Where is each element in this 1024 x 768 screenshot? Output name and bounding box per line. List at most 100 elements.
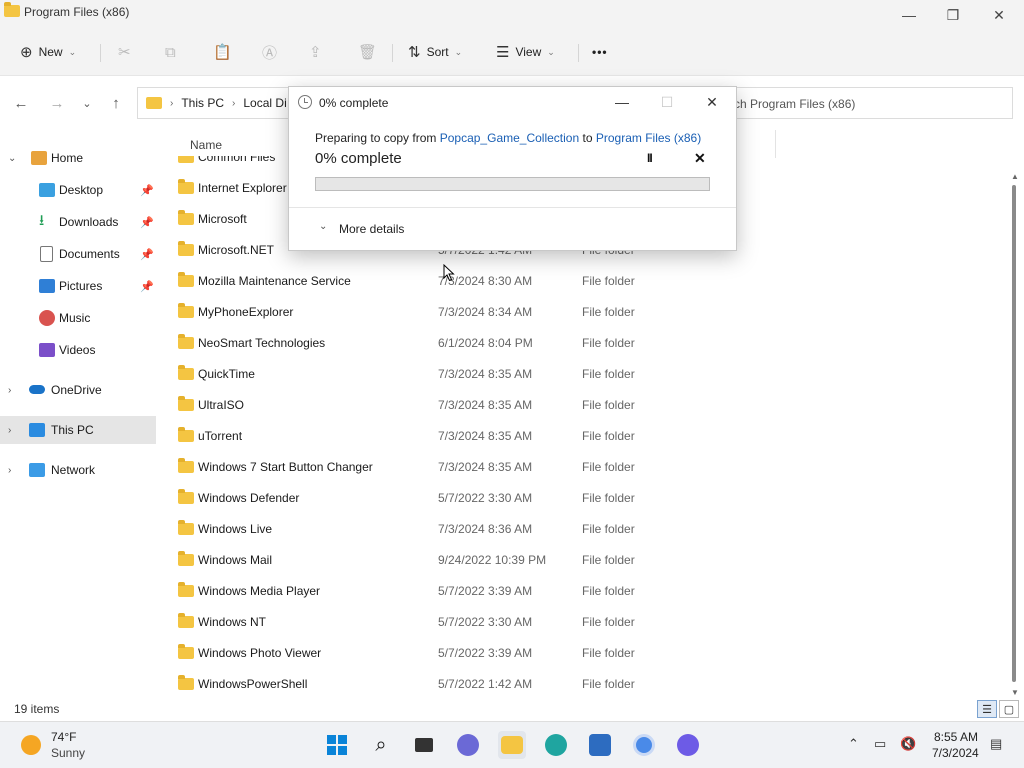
notification-icon[interactable]: ▤ — [990, 736, 1002, 752]
dialog-title: 0% complete — [319, 96, 389, 110]
dialog-maximize-button[interactable]: ☐ — [655, 92, 679, 112]
folder-icon — [178, 582, 194, 597]
view-button[interactable]: ☰ View ⌄ — [496, 38, 555, 66]
table-row[interactable]: Windows Photo Viewer 5/7/2022 3:39 AM File… — [170, 637, 970, 668]
weather-condition[interactable]: Sunny — [51, 746, 85, 760]
firefox-button[interactable] — [674, 731, 702, 759]
music-icon — [39, 310, 55, 326]
chrome-button[interactable] — [630, 731, 658, 759]
table-row[interactable]: Windows NT 5/7/2022 3:30 AM File folder — [170, 606, 970, 637]
rename-button[interactable]: Ⓐ — [262, 38, 283, 66]
copy-button[interactable]: ⧉ — [165, 38, 182, 66]
more-options-button[interactable]: ••• — [592, 38, 608, 66]
column-header-name[interactable]: Name — [190, 138, 222, 152]
back-button[interactable]: ← — [10, 92, 32, 114]
table-row[interactable]: uTorrent 7/3/2024 8:35 AM File folder — [170, 420, 970, 451]
table-row[interactable]: Mozilla Maintenance Service 7/3/2024 8:30… — [170, 265, 970, 296]
volume-muted-icon[interactable]: 🔇 — [900, 736, 916, 752]
dialog-close-button[interactable]: ✕ — [700, 92, 724, 112]
task-view-button[interactable] — [410, 731, 438, 759]
pin-icon: 📌 — [140, 248, 154, 261]
minimize-button[interactable]: — — [886, 0, 932, 30]
copy-to-word: to — [579, 131, 596, 145]
store-button[interactable] — [586, 731, 614, 759]
tiles-view-button[interactable]: ▢ — [999, 700, 1019, 718]
sun-icon[interactable] — [21, 735, 41, 755]
folder-icon — [178, 613, 194, 628]
table-row[interactable]: Windows Mail 9/24/2022 10:39 PM File folde… — [170, 544, 970, 575]
scroll-down-arrow[interactable]: ▼ — [1011, 688, 1019, 697]
file-type: File folder — [582, 398, 635, 412]
search-box[interactable]: ch Program Files (x86) — [733, 87, 1013, 119]
table-row[interactable]: MyPhoneExplorer 7/3/2024 8:34 AM File fold… — [170, 296, 970, 327]
mouse-cursor-icon — [443, 264, 455, 282]
nav-item-videos[interactable]: Videos — [0, 336, 156, 364]
chevron-right-icon[interactable]: › — [8, 465, 11, 476]
up-button[interactable]: ↑ — [105, 92, 127, 114]
forward-button[interactable]: → — [46, 92, 68, 114]
chevron-right-icon[interactable]: › — [8, 425, 11, 436]
column-divider[interactable] — [775, 130, 776, 158]
monitor-icon[interactable]: ▭ — [874, 736, 886, 752]
maximize-button[interactable]: ❐ — [930, 0, 976, 30]
clock-time[interactable]: 8:55 AM — [934, 730, 978, 744]
nav-item-pictures[interactable]: Pictures 📌 — [0, 272, 156, 300]
home-icon — [31, 151, 47, 165]
copy-prefix: Preparing to copy from — [315, 131, 440, 145]
file-type: File folder — [582, 460, 635, 474]
file-date: 5/7/2022 3:39 AM — [438, 584, 533, 598]
pause-button[interactable]: II — [647, 151, 653, 165]
nav-item-this-pc[interactable]: › This PC — [0, 416, 156, 444]
delete-button[interactable]: 🗑 — [358, 38, 383, 66]
nav-item-downloads[interactable]: ⭳ Downloads 📌 — [0, 208, 156, 236]
details-view-button[interactable]: ☰ — [977, 700, 997, 718]
table-row[interactable]: WindowsPowerShell 5/7/2022 1:42 AM File fo… — [170, 668, 970, 699]
edge-button[interactable] — [542, 731, 570, 759]
dialog-minimize-button[interactable]: — — [610, 92, 634, 112]
cut-button[interactable]: ✂ — [118, 38, 137, 66]
show-hidden-icons-button[interactable]: ⌃ — [848, 736, 859, 752]
search-button[interactable]: ⌕ — [367, 731, 395, 759]
nav-item-onedrive[interactable]: › OneDrive — [0, 376, 156, 404]
weather-temperature[interactable]: 74°F — [51, 730, 76, 744]
file-explorer-button[interactable] — [498, 731, 526, 759]
table-row[interactable]: QuickTime 7/3/2024 8:35 AM File folder — [170, 358, 970, 389]
nav-item-desktop[interactable]: Desktop 📌 — [0, 176, 156, 204]
new-button[interactable]: ⊕ New ⌄ — [20, 38, 76, 66]
sort-button[interactable]: ⇅ Sort ⌄ — [408, 38, 462, 66]
folder-icon — [178, 427, 194, 442]
chevron-right-icon[interactable]: › — [8, 385, 11, 396]
vertical-scrollbar[interactable] — [1012, 185, 1016, 682]
paste-button[interactable]: 📋 — [213, 38, 238, 66]
chat-button[interactable] — [454, 731, 482, 759]
download-icon: ⭳ — [39, 212, 45, 229]
file-name: Windows 7 Start Button Changer — [198, 460, 373, 474]
more-details-button[interactable]: More details — [339, 222, 404, 236]
nav-item-music[interactable]: Music — [0, 304, 156, 332]
share-button[interactable]: ⇪ — [309, 38, 328, 66]
close-button[interactable]: ✕ — [976, 0, 1022, 30]
table-row[interactable]: Windows 7 Start Button Changer 7/3/2024 8… — [170, 451, 970, 482]
scroll-up-arrow[interactable]: ▲ — [1011, 172, 1019, 181]
chevron-down-icon[interactable]: ⌄ — [319, 221, 327, 232]
chevron-right-icon: › — [170, 97, 174, 109]
start-button[interactable] — [323, 731, 351, 759]
table-row[interactable]: Windows Media Player 5/7/2022 3:39 AM File… — [170, 575, 970, 606]
nav-item-home[interactable]: ⌄ Home — [0, 144, 156, 172]
nav-item-network[interactable]: › Network — [0, 456, 156, 484]
destination-link[interactable]: Program Files (x86) — [596, 131, 701, 145]
table-row[interactable]: UltraISO 7/3/2024 8:35 AM File folder — [170, 389, 970, 420]
source-link[interactable]: Popcap_Game_Collection — [440, 131, 579, 145]
divider — [100, 44, 101, 62]
breadcrumb-local-disk[interactable]: Local Di — [243, 96, 286, 110]
table-row[interactable]: Windows Defender 5/7/2022 3:30 AM File fol… — [170, 482, 970, 513]
clock-date[interactable]: 7/3/2024 — [932, 746, 979, 760]
nav-item-documents[interactable]: Documents 📌 — [0, 240, 156, 268]
table-row[interactable]: NeoSmart Technologies 6/1/2024 8:04 PM Fil… — [170, 327, 970, 358]
recent-locations-button[interactable]: ⌄ — [76, 92, 98, 114]
table-row[interactable]: Windows Live 7/3/2024 8:36 AM File folder — [170, 513, 970, 544]
file-date: 5/7/2022 1:42 AM — [438, 677, 533, 691]
breadcrumb-this-pc[interactable]: This PC — [181, 96, 224, 110]
chevron-down-icon[interactable]: ⌄ — [8, 153, 16, 164]
cancel-copy-button[interactable]: ✕ — [694, 150, 706, 167]
